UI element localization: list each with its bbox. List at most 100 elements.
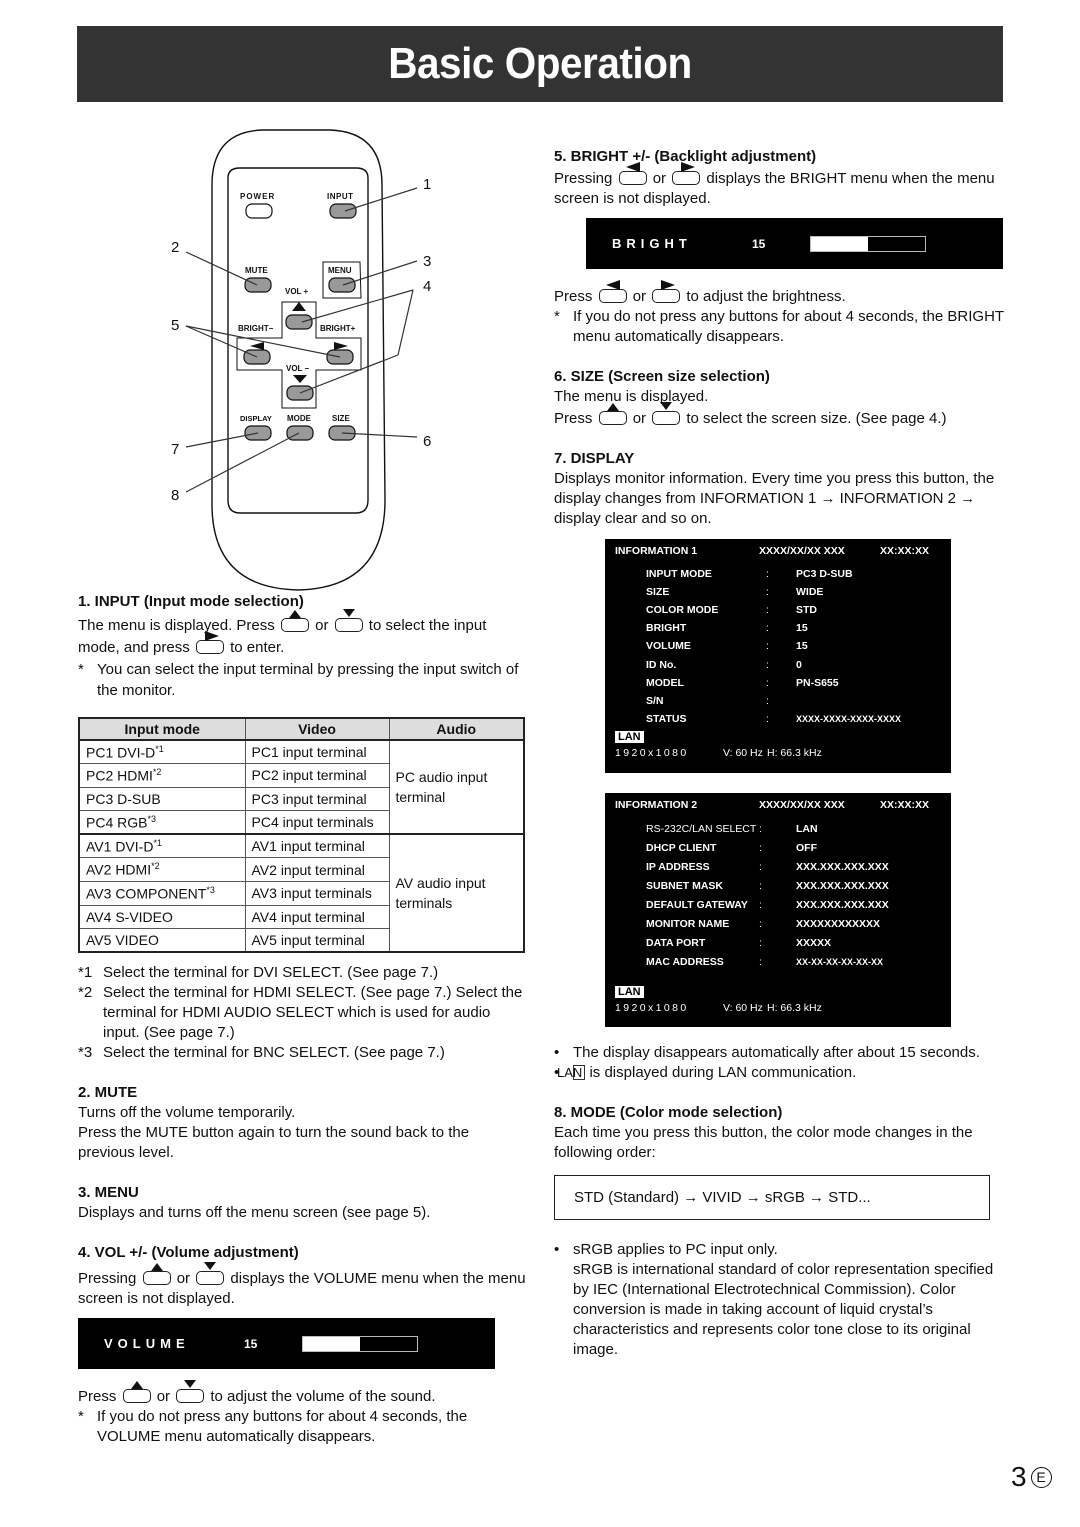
display-text: Displays monitor information. Every time… — [554, 470, 995, 527]
bright-osd: BRIGHT 15 — [586, 218, 1003, 269]
info-colon: : — [759, 936, 762, 949]
info-colon: : — [766, 658, 769, 671]
info-key: DATA PORT — [646, 936, 706, 949]
audio-cell: PC audio input terminal — [388, 739, 525, 835]
volume-gauge-fill — [303, 1336, 360, 1351]
info-key: SIZE — [646, 586, 670, 599]
vol-up-button — [285, 314, 313, 330]
info1-vfreq: V: 60 Hz — [723, 746, 763, 759]
mode-heading: 8. MODE (Color mode selection) — [554, 1104, 783, 1121]
bright-plus-label: BRIGHT+ — [320, 324, 356, 333]
bright-gauge — [810, 235, 926, 252]
right-column: 5. BRIGHT +/- (Backlight adjustment) Pre… — [554, 147, 1006, 1360]
info1-resolution: 1920x1080 — [615, 746, 689, 759]
info-value: OFF — [796, 841, 817, 854]
info-row: STATUS: XXXX-XXXX-XXXX-XXXX — [646, 710, 951, 728]
info-row: ID No.: 0 — [646, 655, 951, 673]
info-colon: : — [766, 568, 769, 581]
info-colon: : — [766, 604, 769, 617]
bright-note: * If you do not press any buttons for abo… — [554, 308, 1004, 345]
bright-osd-label: BRIGHT — [612, 236, 692, 251]
input-instructions: The menu is displayed. Press or to selec… — [78, 609, 487, 656]
video-cell: AV3 input terminals — [244, 881, 390, 906]
callout-1: 1 — [423, 176, 431, 193]
table-row: PC1 DVI-D*1 PC1 input terminal PC audio in… — [78, 739, 525, 835]
mute-text-1: Turns off the volume temporarily. — [78, 1104, 296, 1122]
info-value: XXXXX — [796, 936, 832, 949]
information-2-screen: INFORMATION 2 XXXX/XX/XX XXX XX:XX:XX RS… — [605, 793, 951, 1027]
callout-8: 8 — [171, 487, 179, 504]
col-header-video: Video — [244, 717, 390, 741]
lan-indicator: LAN — [615, 730, 644, 743]
video-cell: PC3 input terminal — [244, 786, 390, 812]
volume-osd: VOLUME 15 — [78, 1318, 495, 1370]
information-1-screen: INFORMATION 1 XXXX/XX/XX XXX XX:XX:XX IN… — [605, 539, 951, 773]
video-cell: PC4 input terminals — [244, 810, 390, 835]
footnote: *3 Select the terminal for BNC SELECT. (S… — [78, 1044, 445, 1062]
callout-6: 6 — [423, 433, 431, 450]
info-key: VOLUME — [646, 640, 691, 653]
remote-control-diagram: POWER INPUT MUTE MENU VOL + BRIGHT− BRIG… — [171, 129, 431, 591]
info-row: DHCP CLIENT: OFF — [646, 838, 951, 857]
video-cell: AV5 input terminal — [244, 928, 390, 953]
input-mode-cell: PC2 HDMI*2 — [78, 763, 246, 788]
footnote: *1 Select the terminal for DVI SELECT. (S… — [78, 964, 439, 982]
info-colon: : — [766, 676, 769, 689]
info-key: DHCP CLIENT — [646, 841, 717, 854]
input-mode-cell: AV3 COMPONENT*3 — [78, 881, 246, 906]
info2-title: INFORMATION 2 — [615, 799, 698, 811]
vol-text-2: Press or to adjust the volume of the sou… — [78, 1380, 436, 1406]
info-key: S/N — [646, 694, 664, 707]
info-colon: : — [759, 841, 762, 854]
right-arrow-icon — [334, 342, 348, 350]
bright-text-2: Press or to adjust the brightness. — [554, 280, 846, 305]
info-value: WIDE — [796, 586, 824, 599]
menu-button — [328, 277, 356, 293]
volume-osd-value: 15 — [244, 1336, 258, 1351]
info-row: MONITOR NAME: XXXXXXXXXXXX — [646, 914, 951, 933]
info-key: MONITOR NAME — [646, 917, 730, 930]
info2-date: XXXX/XX/XX XXX — [759, 799, 845, 811]
callout-3: 3 — [423, 253, 431, 270]
video-cell: AV1 input terminal — [244, 833, 390, 859]
down-arrow-icon — [293, 375, 307, 383]
mute-text-2: Press the MUTE button again to turn the … — [78, 1124, 470, 1162]
callout-2: 2 — [171, 239, 179, 256]
down-button-icon — [652, 402, 681, 425]
bright-osd-value: 15 — [752, 236, 766, 251]
size-label: SIZE — [332, 414, 350, 423]
page-number: 3 E — [1011, 1461, 1052, 1493]
input-mode-cell: AV2 HDMI*2 — [78, 857, 246, 883]
info-value: XXXX-XXXX-XXXX-XXXX — [796, 713, 902, 724]
video-cell: PC1 input terminal — [244, 739, 390, 765]
power-label: POWER — [240, 192, 275, 201]
info-row: MODEL: PN-S655 — [646, 674, 951, 692]
info1-time: XX:XX:XX — [880, 545, 930, 557]
info1-title: INFORMATION 1 — [615, 545, 698, 557]
info-key: COLOR MODE — [646, 604, 719, 617]
up-button-icon — [598, 403, 627, 425]
display-heading: 7. DISPLAY — [554, 450, 635, 467]
left-arrow-icon — [250, 342, 264, 350]
callout-4: 4 — [423, 278, 431, 295]
input-mode-cell: PC1 DVI-D*1 — [78, 739, 246, 765]
callout-5: 5 — [171, 317, 179, 334]
info-key: SUBNET MASK — [646, 879, 724, 892]
info2-time: XX:XX:XX — [880, 799, 930, 811]
vol-plus-label: VOL + — [285, 287, 309, 296]
language-e-icon: E — [1030, 1466, 1052, 1488]
vol-note: * If you do not press any buttons for abo… — [78, 1408, 468, 1446]
footnote: *2 Select the terminal for HDMI SELECT. (… — [78, 984, 523, 1042]
info-row: DATA PORT: XXXXX — [646, 933, 951, 952]
info-row: INPUT MODE: PC3 D-SUB — [646, 565, 951, 583]
up-button-icon — [142, 1263, 171, 1286]
info-colon: : — [759, 822, 762, 835]
info-value: STD — [796, 604, 817, 617]
info1-hfreq: H: 66.3 kHz — [767, 746, 822, 759]
video-cell: PC2 input terminal — [244, 763, 390, 788]
info-colon: : — [766, 586, 769, 599]
info-value: 15 — [796, 640, 808, 653]
power-button — [245, 203, 273, 219]
input-mode-cell: PC3 D-SUB — [78, 786, 246, 812]
info-colon: : — [759, 898, 762, 911]
